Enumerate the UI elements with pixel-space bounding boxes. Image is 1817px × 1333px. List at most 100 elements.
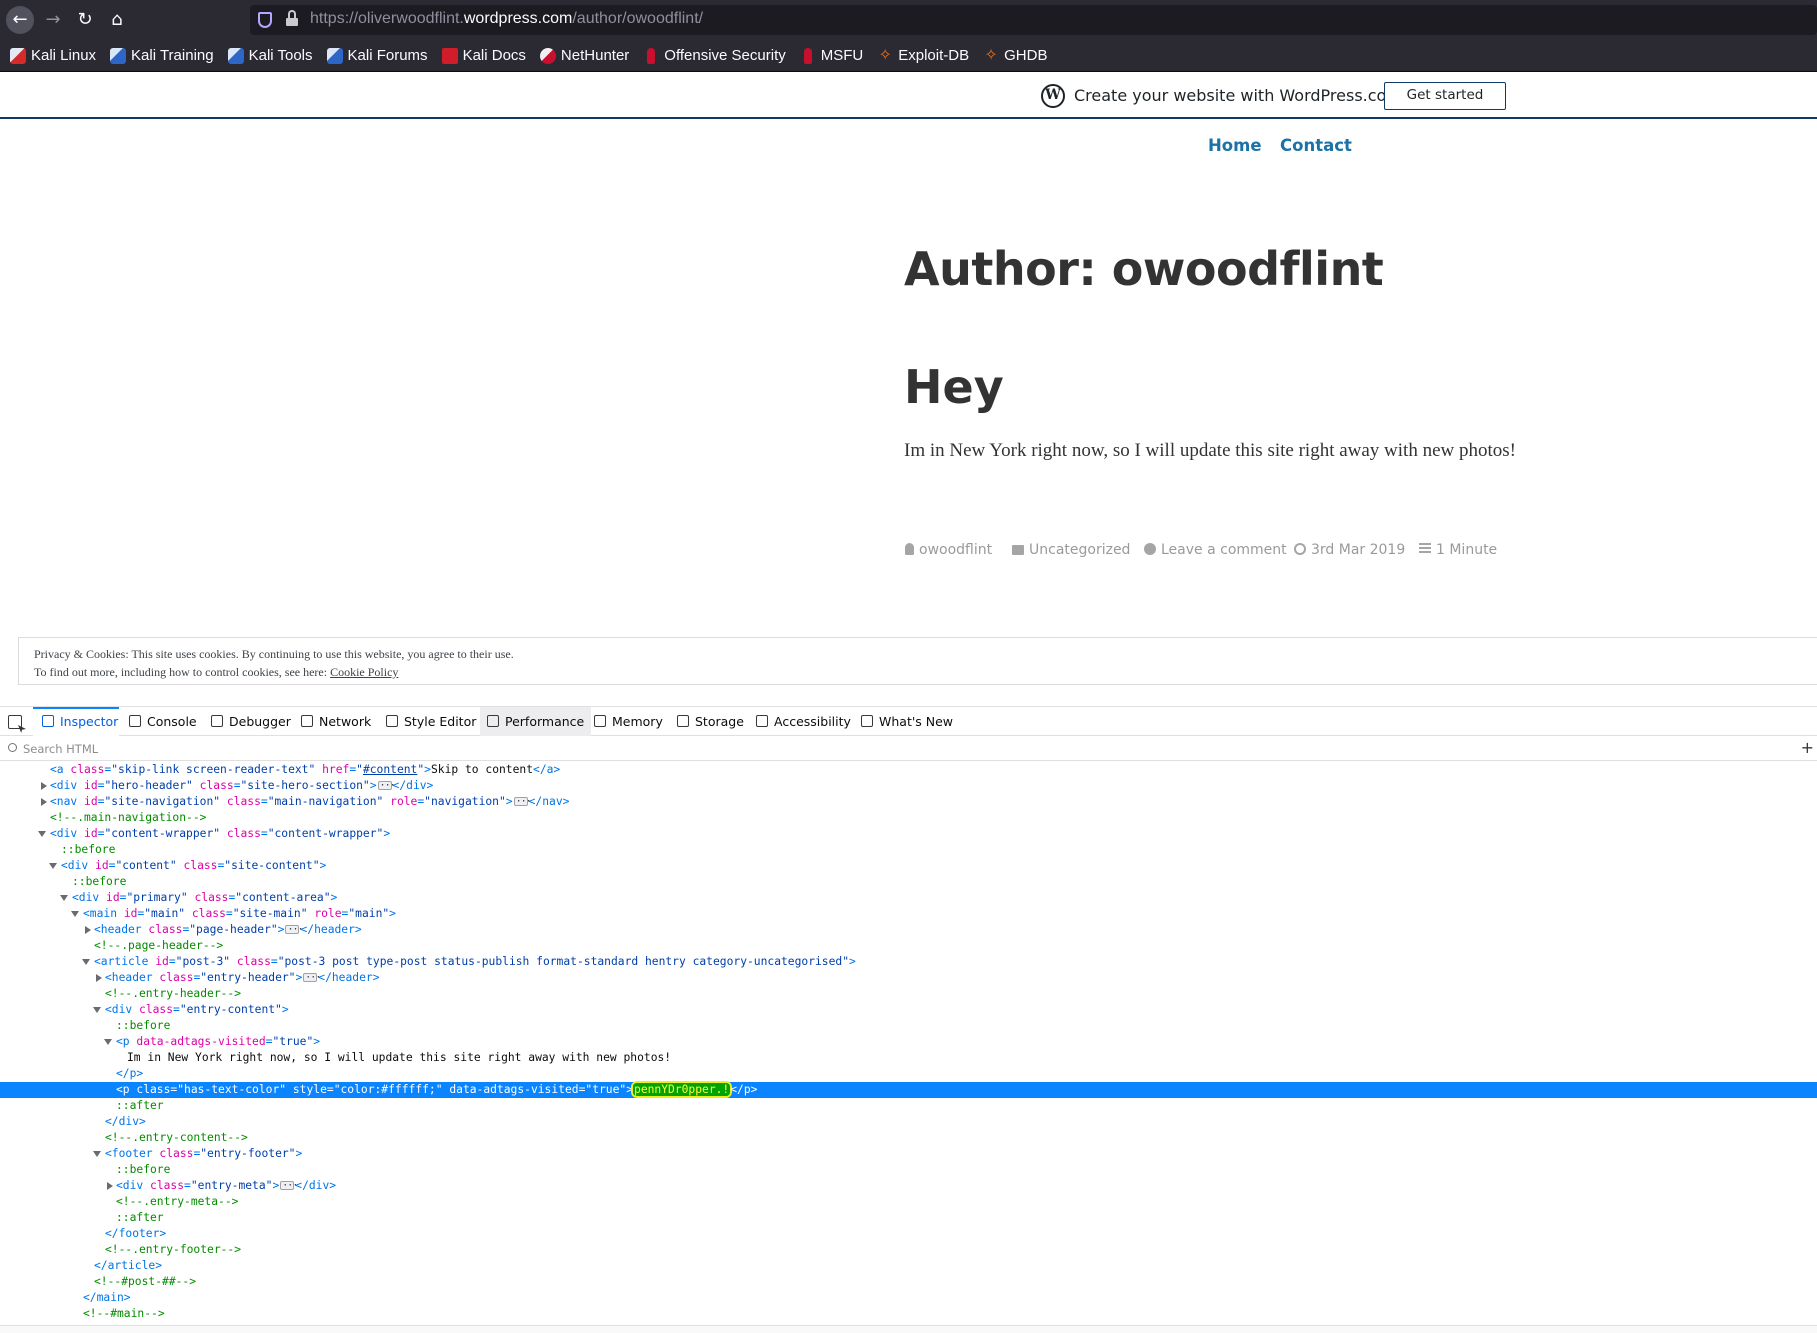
- tab-network[interactable]: Network: [301, 707, 371, 736]
- network-icon: [301, 715, 313, 727]
- markup-line[interactable]: ::before: [0, 874, 1817, 890]
- markup-line[interactable]: <div id="content-wrapper" class="content…: [0, 826, 1817, 842]
- markup-line[interactable]: <a class="skip-link screen-reader-text" …: [0, 762, 1817, 778]
- markup-line[interactable]: </div>: [0, 1114, 1817, 1130]
- wordpress-banner: W Create your website with WordPress.com…: [0, 73, 1817, 119]
- markup-line[interactable]: ::before: [0, 1018, 1817, 1034]
- add-node-icon[interactable]: +: [1801, 740, 1814, 756]
- markup-line[interactable]: </main>: [0, 1290, 1817, 1306]
- markup-line[interactable]: </footer>: [0, 1226, 1817, 1242]
- cookie-policy-link[interactable]: Cookie Policy: [330, 665, 398, 679]
- home-icon[interactable]: ⌂: [104, 8, 130, 32]
- kali-tools-icon: [227, 47, 244, 64]
- markup-line[interactable]: <!--.entry-meta-->: [0, 1194, 1817, 1210]
- markup-line[interactable]: ::before: [0, 842, 1817, 858]
- lines-icon: [1419, 543, 1431, 555]
- markup-line[interactable]: <div class="entry-content">: [0, 1002, 1817, 1018]
- back-arrow-icon[interactable]: ←: [6, 6, 34, 34]
- tab-memory[interactable]: Memory: [594, 707, 663, 736]
- markup-line[interactable]: <div id="primary" class="content-area">: [0, 890, 1817, 906]
- get-started-button[interactable]: Get started: [1384, 82, 1506, 110]
- ghdb-icon: ✧: [984, 46, 998, 64]
- markup-line[interactable]: <div id="content" class="site-content">: [0, 858, 1817, 874]
- markup-line[interactable]: <p data-adtags-visited="true">: [0, 1034, 1817, 1050]
- tab-storage[interactable]: Storage: [677, 707, 744, 736]
- reload-icon[interactable]: ↻: [72, 8, 98, 32]
- braces-icon: [386, 715, 398, 727]
- wp-create-link[interactable]: Create your website with WordPress.com: [1074, 86, 1402, 105]
- bookmark-ghdb[interactable]: ✧ GHDB: [983, 47, 1047, 64]
- markup-line[interactable]: ::after: [0, 1210, 1817, 1226]
- folder-icon: [1012, 545, 1024, 555]
- url-text[interactable]: https://oliverwoodflint.wordpress.com/au…: [310, 10, 703, 28]
- markup-view: <a class="skip-link screen-reader-text" …: [0, 762, 1817, 1325]
- bookmark-offensive-security[interactable]: Offensive Security: [643, 47, 786, 64]
- markup-line[interactable]: <header class="entry-header"></header>: [0, 970, 1817, 986]
- meta-date-link[interactable]: 3rd Mar 2019: [1294, 542, 1405, 558]
- markup-line[interactable]: </p>: [0, 1066, 1817, 1082]
- markup-line[interactable]: <header class="page-header"></header>: [0, 922, 1817, 938]
- tab-console[interactable]: Console: [129, 707, 197, 736]
- nethunter-icon: [539, 47, 556, 64]
- element-picker-icon[interactable]: [8, 715, 22, 729]
- markup-line-selected[interactable]: <p class="has-text-color" style="color:#…: [0, 1082, 1817, 1098]
- markup-line[interactable]: <div id="hero-header" class="site-hero-s…: [0, 778, 1817, 794]
- hidden-white-text[interactable]: pennYDr0pper.!: [633, 1083, 731, 1096]
- bookmark-nethunter[interactable]: NetHunter: [539, 47, 629, 64]
- wordpress-logo-icon[interactable]: W: [1041, 84, 1065, 108]
- markup-line[interactable]: ::before: [0, 1162, 1817, 1178]
- markup-line[interactable]: <!--.entry-content-->: [0, 1130, 1817, 1146]
- markup-line[interactable]: </article>: [0, 1258, 1817, 1274]
- markup-line[interactable]: <!--.page-header-->: [0, 938, 1817, 954]
- cookie-notice-text: Privacy & Cookies: This site uses cookie…: [34, 647, 514, 661]
- gift-icon: [861, 715, 873, 727]
- tab-inspector[interactable]: Inspector: [33, 707, 119, 736]
- debugger-icon: [211, 715, 223, 727]
- markup-line[interactable]: <!--#post-##-->: [0, 1274, 1817, 1290]
- meta-comment-link[interactable]: Leave a comment: [1144, 542, 1287, 558]
- tab-accessibility[interactable]: Accessibility: [756, 707, 851, 736]
- markup-line[interactable]: Im in New York right now, so I will upda…: [0, 1050, 1817, 1066]
- cookie-banner: Privacy & Cookies: This site uses cookie…: [18, 637, 1817, 685]
- bookmark-kali-training[interactable]: Kali Training: [110, 47, 214, 64]
- markup-line[interactable]: <!--.main-navigation-->: [0, 810, 1817, 826]
- search-html-input[interactable]: [23, 740, 1783, 757]
- markup-line[interactable]: <nav id="site-navigation" class="main-na…: [0, 794, 1817, 810]
- markup-line[interactable]: <!--#main-->: [0, 1306, 1817, 1322]
- markup-line[interactable]: <!--.entry-footer-->: [0, 1242, 1817, 1258]
- tracking-shield-icon[interactable]: [258, 12, 272, 28]
- markup-line[interactable]: <footer class="entry-footer">: [0, 1146, 1817, 1162]
- markup-line[interactable]: ::after: [0, 1098, 1817, 1114]
- user-icon: [905, 543, 914, 555]
- bookmark-kali-docs[interactable]: Kali Docs: [441, 47, 526, 64]
- tab-performance[interactable]: Performance: [480, 707, 592, 736]
- markup-line[interactable]: <div class="entry-meta"></div>: [0, 1178, 1817, 1194]
- nav-home-link[interactable]: Home: [1208, 136, 1262, 155]
- markup-line[interactable]: <article id="post-3" class="post-3 post …: [0, 954, 1817, 970]
- kali-forums-icon: [326, 47, 343, 64]
- forward-arrow-icon[interactable]: →: [40, 8, 66, 32]
- post-body: Im in New York right now, so I will upda…: [904, 440, 1516, 461]
- lock-icon[interactable]: [286, 10, 298, 26]
- bookmark-kali-tools[interactable]: Kali Tools: [227, 47, 313, 64]
- memory-chip-icon: [594, 715, 606, 727]
- console-icon: [129, 715, 141, 727]
- inspector-icon: [42, 715, 54, 727]
- bookmark-exploit-db[interactable]: ✧ Exploit-DB: [877, 46, 970, 64]
- nav-contact-link[interactable]: Contact: [1280, 136, 1352, 155]
- markup-line[interactable]: <!--.entry-header-->: [0, 986, 1817, 1002]
- exploitdb-icon: ✧: [878, 46, 892, 64]
- bookmark-kali-linux[interactable]: Kali Linux: [10, 47, 96, 64]
- meta-author-link[interactable]: owoodflint: [905, 542, 992, 558]
- bookmark-msfu[interactable]: MSFU: [800, 47, 863, 64]
- gauge-icon: [487, 715, 499, 727]
- post-title[interactable]: Hey: [904, 360, 1004, 414]
- meta-category-link[interactable]: Uncategorized: [1012, 542, 1130, 558]
- tab-style-editor[interactable]: Style Editor: [386, 707, 476, 736]
- offsec-icon: [647, 47, 656, 64]
- tab-whats-new[interactable]: What's New: [861, 707, 953, 736]
- tab-debugger[interactable]: Debugger: [211, 707, 291, 736]
- markup-line[interactable]: <main id="main" class="site-main" role="…: [0, 906, 1817, 922]
- bookmark-kali-forums[interactable]: Kali Forums: [326, 47, 428, 64]
- accessibility-icon: [756, 715, 768, 727]
